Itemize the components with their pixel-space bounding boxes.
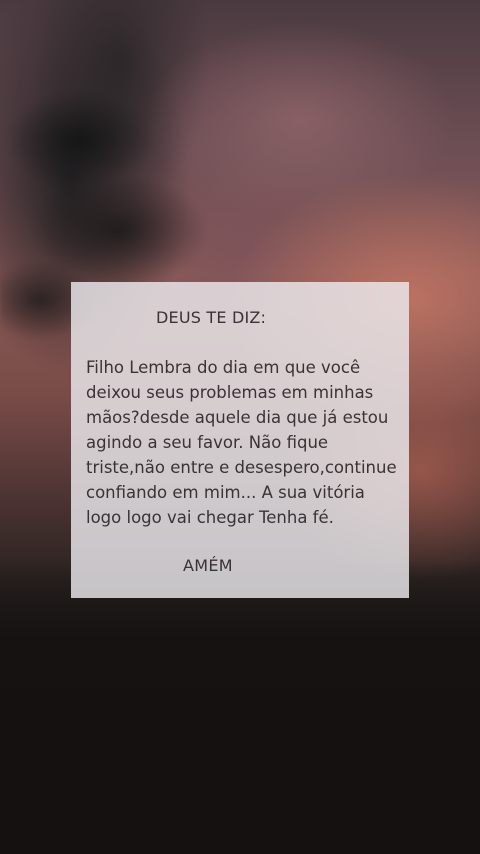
message-card: DEUS TE DIZ: Filho Lembra do dia em que … (71, 282, 409, 598)
dark-ground (0, 560, 480, 854)
card-footer: AMÉM (183, 556, 233, 575)
card-message: Filho Lembra do dia em que você deixou s… (86, 358, 397, 527)
card-title: DEUS TE DIZ: (156, 308, 267, 327)
status-screen[interactable]: DEUS TE DIZ: Filho Lembra do dia em que … (0, 0, 480, 854)
